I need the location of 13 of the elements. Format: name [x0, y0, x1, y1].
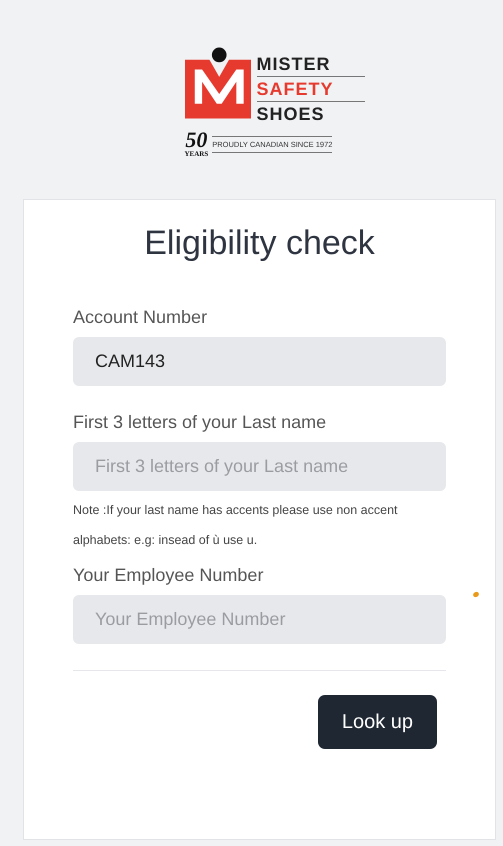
logo-text: SHOES: [256, 103, 326, 126]
anniversary-number: 50: [185, 130, 208, 150]
logo-text: MISTER: [256, 52, 364, 77]
input-field[interactable]: Your Employee Number: [73, 595, 446, 644]
field-label: First 3 letters of your Last name: [73, 412, 328, 433]
note-text: Note :If your last name has accents please use non accent alphabets: e.g: insead of ù use u.: [73, 502, 398, 549]
logo-text: SAFETY: [256, 77, 364, 102]
look-up-button[interactable]: Look up: [318, 695, 437, 749]
form-title: Eligibility check: [143, 224, 376, 263]
field-label: Account Number: [73, 307, 208, 328]
input-field[interactable]: CAM143: [73, 337, 446, 386]
field-label: Your Employee Number: [73, 565, 264, 586]
input-field[interactable]: First 3 letters of your Last name: [73, 442, 446, 491]
